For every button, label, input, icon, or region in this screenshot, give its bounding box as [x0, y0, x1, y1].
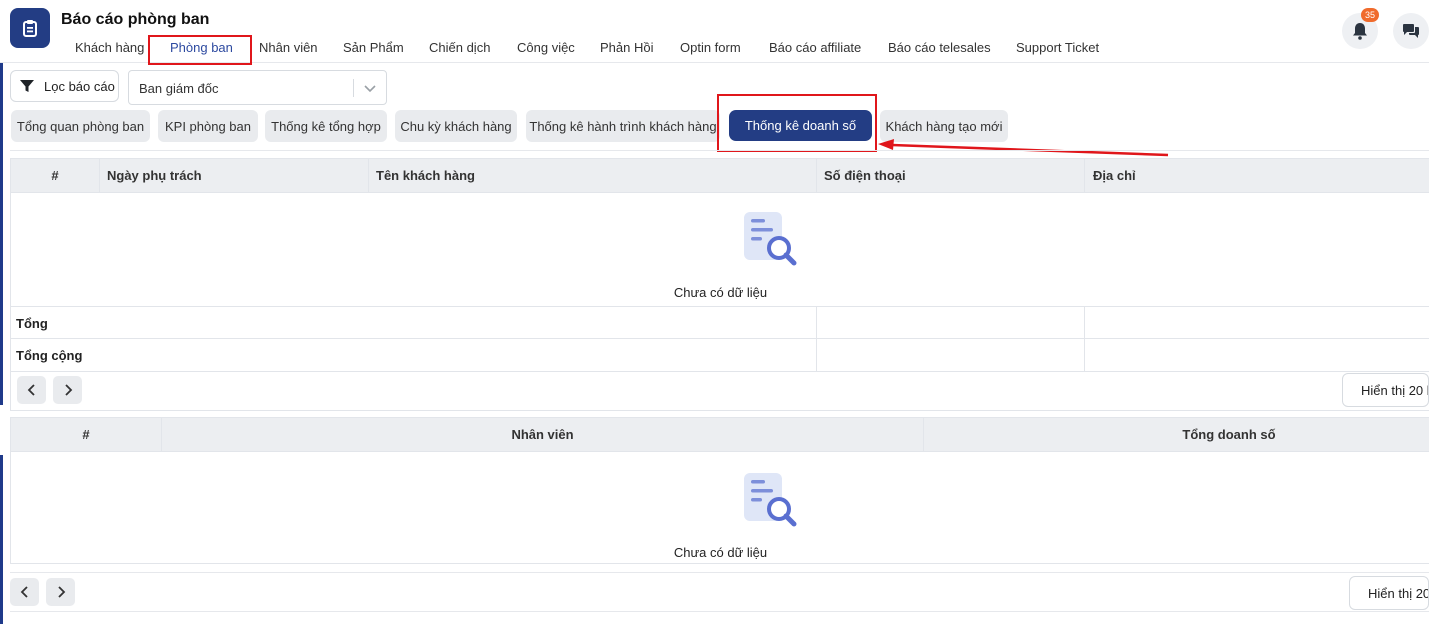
- nav-tab-cong-viec[interactable]: Công việc: [517, 40, 575, 55]
- prev-page-button[interactable]: [17, 376, 46, 404]
- column-header-address: Địa chỉ: [1093, 168, 1136, 183]
- total-row: Tổng: [11, 306, 1429, 339]
- column-header-customer-name: Tên khách hàng: [376, 168, 475, 183]
- chevron-down-icon: [364, 85, 376, 93]
- next-page-button[interactable]: [53, 376, 82, 404]
- report-tab-khach-hang-moi[interactable]: Khách hàng tạo mới: [880, 110, 1008, 142]
- document-search-icon: [744, 473, 797, 527]
- chevron-left-icon: [20, 586, 28, 598]
- nav-tab-san-pham[interactable]: Sản Phẩm: [343, 40, 404, 55]
- chevron-right-icon: [57, 586, 65, 598]
- chevron-left-icon: [27, 384, 35, 396]
- chevron-right-icon: [64, 384, 72, 396]
- report-tab-tong-hop[interactable]: Thống kê tổng hợp: [265, 110, 387, 142]
- left-edge-accent: [0, 455, 3, 624]
- funnel-icon: [20, 80, 34, 92]
- bell-icon: [1353, 23, 1367, 40]
- column-header-phone: Số điện thoại: [824, 168, 906, 183]
- grand-total-row: Tổng cộng: [11, 338, 1429, 372]
- empty-state-text: Chưa có dữ liệu: [673, 285, 768, 300]
- staff-revenue-table: # Nhân viên Tổng doanh số Chưa có dữ liệ…: [10, 417, 1429, 564]
- column-header-total-revenue: Tổng doanh số: [1182, 427, 1276, 442]
- column-header-staff: Nhân viên: [162, 418, 924, 451]
- report-tab-chu-ky[interactable]: Chu kỳ khách hàng: [395, 110, 517, 142]
- notification-badge: 35: [1361, 8, 1380, 22]
- report-tab-doanh-so[interactable]: Thống kê doanh số: [729, 110, 872, 141]
- page-title: Báo cáo phòng ban: [61, 11, 210, 28]
- select-separator: [353, 79, 354, 97]
- report-tab-kpi[interactable]: KPI phòng ban: [158, 110, 258, 142]
- pagination-row: [11, 371, 1429, 411]
- document-search-icon: [744, 212, 797, 266]
- column-header-assign-date: Ngày phụ trách: [107, 168, 202, 183]
- empty-state-text: Chưa có dữ liệu: [673, 545, 768, 560]
- header: Báo cáo phòng ban Khách hàng Phòng ban N…: [0, 0, 1429, 63]
- nav-tab-chien-dich[interactable]: Chiến dịch: [429, 40, 490, 55]
- nav-tab-phan-hoi[interactable]: Phản Hồi: [600, 40, 653, 55]
- nav-tab-support-ticket[interactable]: Support Ticket: [1016, 40, 1099, 55]
- total-label: Tổng: [16, 316, 48, 331]
- section-divider: [10, 611, 1429, 612]
- empty-state: Chưa có dữ liệu: [11, 209, 1429, 304]
- nav-tab-khach-hang[interactable]: Khách hàng: [75, 40, 144, 55]
- department-select[interactable]: Ban giám đốc: [128, 70, 387, 105]
- nav-tab-phong-ban[interactable]: Phòng ban: [170, 40, 233, 55]
- nav-tab-optin-form[interactable]: Optin form: [680, 40, 741, 55]
- grand-total-label: Tổng cộng: [16, 348, 83, 363]
- chat-button[interactable]: [1393, 13, 1429, 49]
- table-header-row: # Nhân viên Tổng doanh số: [11, 418, 1429, 452]
- nav-tab-bao-cao-telesales[interactable]: Báo cáo telesales: [888, 40, 991, 55]
- customer-revenue-table: # Ngày phụ trách Tên khách hàng Số điện …: [10, 158, 1429, 411]
- prev-page-button[interactable]: [10, 578, 39, 606]
- nav-tab-nhan-vien[interactable]: Nhân viên: [259, 40, 318, 55]
- column-header-index: #: [11, 418, 162, 451]
- next-page-button[interactable]: [46, 578, 75, 606]
- filter-report-button[interactable]: Lọc báo cáo: [10, 70, 119, 102]
- column-header-index: #: [11, 159, 100, 192]
- section-divider: [10, 150, 1429, 151]
- page-size-select[interactable]: Hiển thị 20: [1349, 576, 1429, 610]
- report-tab-tong-quan[interactable]: Tổng quan phòng ban: [11, 110, 150, 142]
- report-tab-hanh-trinh[interactable]: Thống kê hành trình khách hàng: [526, 110, 720, 142]
- section-divider: [10, 572, 1429, 573]
- clipboard-icon[interactable]: [10, 8, 50, 48]
- filter-report-label: Lọc báo cáo: [44, 78, 115, 94]
- empty-state: Chưa có dữ liệu: [11, 470, 1429, 565]
- chat-bubbles-icon: [1403, 24, 1419, 38]
- page-size-select[interactable]: Hiển thị 20 k: [1342, 373, 1429, 407]
- table-header-row: # Ngày phụ trách Tên khách hàng Số điện …: [11, 159, 1429, 193]
- nav-tab-bao-cao-affiliate[interactable]: Báo cáo affiliate: [769, 40, 861, 55]
- department-select-value: Ban giám đốc: [139, 81, 219, 96]
